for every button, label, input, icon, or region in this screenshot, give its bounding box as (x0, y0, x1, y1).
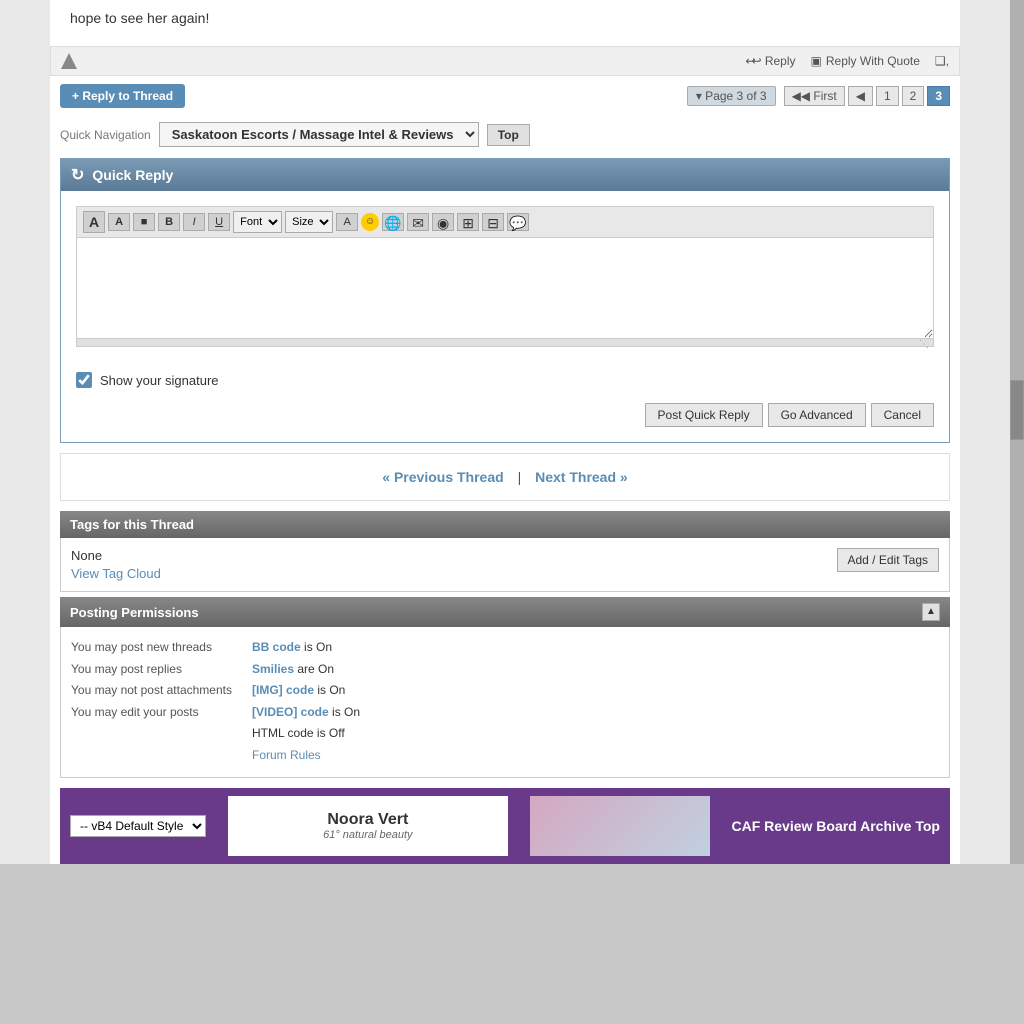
first-page-button[interactable]: ◀◀ First (784, 86, 845, 106)
page-2-button[interactable]: 2 (902, 86, 925, 106)
reply-row: + Reply to Thread ▾ Page 3 of 3 ◀◀ First… (50, 76, 960, 116)
tags-header: Tags for this Thread (60, 511, 950, 538)
globe-icon-button[interactable]: 🌐 (382, 213, 404, 231)
permissions-body: You may post new threads You may post re… (60, 627, 950, 778)
style-select[interactable]: -- vB4 Default Style (70, 815, 206, 837)
resize-bar[interactable]: ⋱ (77, 338, 933, 346)
editor-toolbar: A A ■ B I U Font Size A (77, 207, 933, 238)
page-label: ▾ Page 3 of 3 (687, 86, 776, 106)
text-size-large-button[interactable]: A (83, 211, 105, 233)
reply-with-quote-button[interactable]: ▣ Reply With Quote (811, 54, 920, 68)
signature-row: Show your signature (61, 362, 949, 398)
perm-video-code: [VIDEO] code is On (252, 702, 360, 724)
reply-to-thread-button[interactable]: + Reply to Thread (60, 84, 185, 108)
multi-quote-button[interactable]: ❑, (935, 54, 949, 68)
quick-reply-section: ↻ Quick Reply A A ■ B I U Font (60, 158, 950, 443)
tags-content: None View Tag Cloud (71, 548, 161, 581)
reply-button[interactable]: ↩ ↩ Reply (745, 54, 795, 68)
page-1-button[interactable]: 1 (876, 86, 899, 106)
ad-subtitle: 61° natural beauty (323, 829, 412, 841)
speech-icon-button[interactable]: 💬 (507, 213, 529, 231)
font-select[interactable]: Font (233, 211, 282, 233)
quick-nav-select[interactable]: Saskatoon Escorts / Massage Intel & Revi… (159, 122, 479, 147)
permissions-section: Posting Permissions ▲ You may post new t… (60, 597, 950, 778)
collapse-permissions-button[interactable]: ▲ (922, 603, 940, 621)
email-icon-button[interactable]: ✉ (407, 213, 429, 231)
quick-reply-header: ↻ Quick Reply (61, 159, 949, 191)
previous-thread-link[interactable]: « Previous Thread (382, 469, 503, 485)
bb-code-link[interactable]: BB code (252, 640, 301, 654)
perm-smilies: Smilies are On (252, 659, 360, 681)
permissions-header: Posting Permissions ▲ (60, 597, 950, 627)
img-code-link[interactable]: [IMG] code (252, 683, 314, 697)
table-icon-button[interactable]: ⊞ (457, 213, 479, 231)
next-thread-link[interactable]: Next Thread » (535, 469, 628, 485)
footer-archive-label: CAF Review Board Archive Top (731, 818, 939, 834)
show-signature-checkbox[interactable] (76, 372, 92, 388)
perm-html-code: HTML code is Off (252, 723, 360, 745)
image-icon-button[interactable]: ◉ (432, 213, 454, 231)
video-code-link[interactable]: [VIDEO] code (252, 705, 329, 719)
post-text: hope to see her again! (50, 0, 960, 46)
view-tag-cloud-link[interactable]: View Tag Cloud (71, 566, 161, 581)
permissions-title: Posting Permissions (70, 605, 199, 620)
quote-icon: ▣ (811, 54, 822, 68)
forum-rules-link[interactable]: Forum Rules (252, 748, 321, 762)
perm-edit-posts: You may edit your posts (71, 702, 232, 724)
italic-button[interactable]: I (183, 213, 205, 231)
quick-reply-title: Quick Reply (92, 167, 173, 183)
show-signature-label: Show your signature (100, 373, 219, 388)
text-size-small-button[interactable]: A (108, 213, 130, 231)
multi-quote-icon: ❑, (935, 54, 949, 68)
post-quick-reply-button[interactable]: Post Quick Reply (645, 403, 763, 427)
add-edit-tags-button[interactable]: Add / Edit Tags (837, 548, 940, 572)
footer: -- vB4 Default Style Noora Vert 61° natu… (60, 788, 950, 864)
go-advanced-button[interactable]: Go Advanced (768, 403, 866, 427)
top-button[interactable]: Top (487, 124, 530, 146)
thread-nav-separator: | (518, 469, 522, 485)
list-icon-button[interactable]: ⊟ (482, 213, 504, 231)
perm-forum-rules: Forum Rules (252, 745, 360, 767)
quick-nav-label: Quick Navigation (60, 128, 151, 142)
footer-ad: Noora Vert 61° natural beauty (228, 796, 508, 856)
perm-post-attachments: You may not post attachments (71, 680, 232, 702)
perm-bb-code: BB code is On (252, 637, 360, 659)
thread-navigation: « Previous Thread | Next Thread » (60, 453, 950, 501)
refresh-icon: ↻ (71, 165, 84, 185)
action-bar: ↩ ↩ Reply ▣ Reply With Quote ❑, (50, 46, 960, 76)
tags-section: Tags for this Thread None View Tag Cloud… (60, 511, 950, 592)
smiley-button[interactable]: ☺ (361, 213, 379, 231)
font-color-button[interactable]: A (336, 213, 358, 231)
color-picker-button[interactable]: ■ (133, 213, 155, 231)
page-3-button[interactable]: 3 (927, 86, 950, 106)
permissions-right: BB code is On Smilies are On [IMG] code … (252, 637, 360, 767)
footer-image (530, 796, 710, 856)
quick-nav: Quick Navigation Saskatoon Escorts / Mas… (50, 116, 960, 153)
permissions-left: You may post new threads You may post re… (71, 637, 232, 767)
tags-body: None View Tag Cloud Add / Edit Tags (60, 538, 950, 592)
underline-button[interactable]: U (208, 213, 230, 231)
prev-page-button[interactable]: ◀ (848, 86, 873, 106)
cancel-button[interactable]: Cancel (871, 403, 934, 427)
pagination: ▾ Page 3 of 3 ◀◀ First ◀ 1 2 3 (687, 86, 950, 106)
reply-textarea[interactable] (77, 238, 933, 338)
warn-icon (61, 53, 77, 69)
perm-img-code: [IMG] code is On (252, 680, 360, 702)
bold-button[interactable]: B (158, 213, 180, 231)
post-buttons: Post Quick Reply Go Advanced Cancel (61, 398, 949, 442)
ad-title: Noora Vert (327, 811, 408, 829)
perm-post-threads: You may post new threads (71, 637, 232, 659)
tags-none-text: None (71, 548, 161, 563)
perm-post-replies: You may post replies (71, 659, 232, 681)
smilies-link[interactable]: Smilies (252, 662, 294, 676)
size-select[interactable]: Size (285, 211, 333, 233)
quick-reply-body: A A ■ B I U Font Size A (61, 191, 949, 362)
editor-wrapper: A A ■ B I U Font Size A (76, 206, 934, 347)
